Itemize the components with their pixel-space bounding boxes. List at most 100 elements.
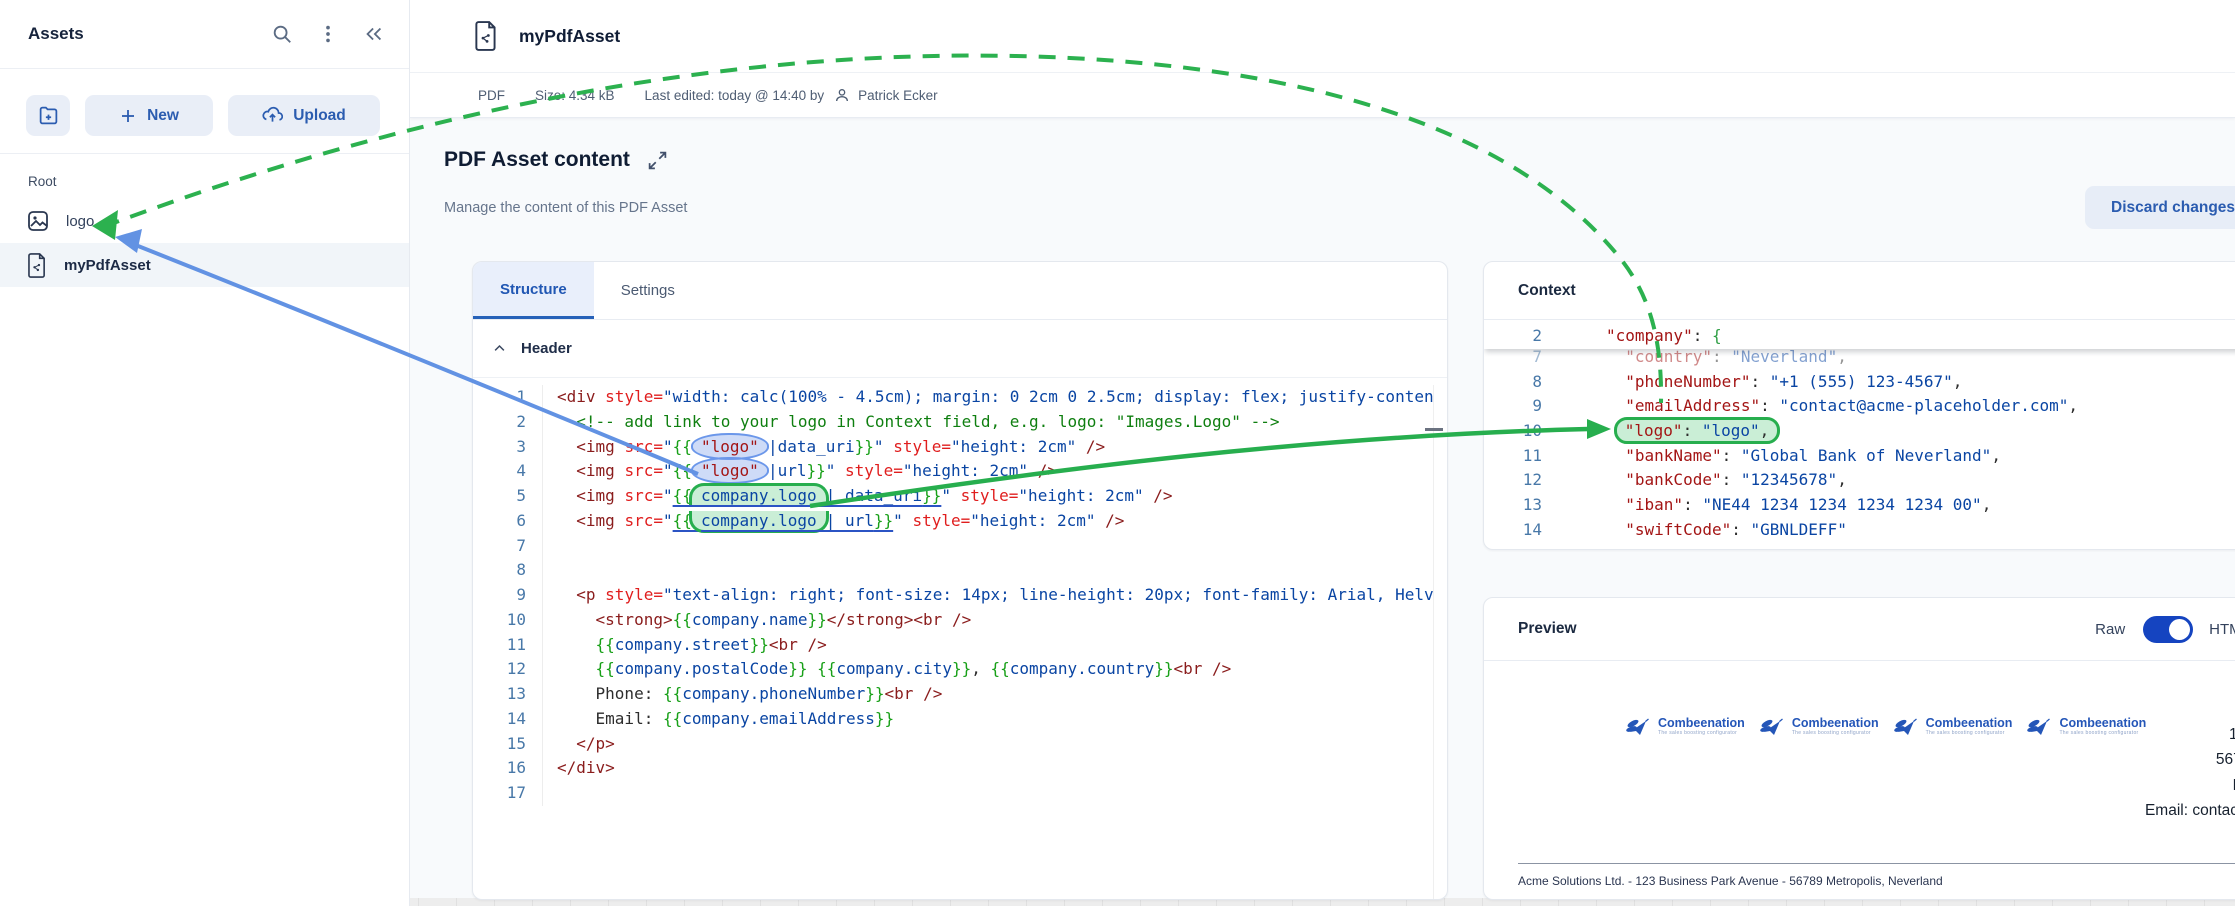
logo-name: Combeenation	[1792, 716, 1879, 730]
page-title-row: PDF Asset content	[444, 148, 668, 172]
plus-icon	[119, 107, 137, 125]
folder-plus-icon	[38, 105, 59, 126]
expand-icon[interactable]	[647, 150, 668, 171]
editor-line-13[interactable]: 13 Phone: {{company.phoneNumber}}<br />	[473, 682, 1433, 707]
root-label: Root	[0, 154, 409, 199]
line-content: "company": {	[1556, 323, 1722, 349]
line-number: 1	[473, 385, 542, 410]
editor-line-17[interactable]: 17	[473, 781, 1433, 806]
raw-html-toggle[interactable]	[2143, 616, 2193, 643]
sidebar-header: Assets	[0, 0, 409, 69]
page-subtitle: Manage the content of this PDF Asset	[444, 200, 687, 216]
context-line-9[interactable]: 9 "emailAddress": "contact@acme-placehol…	[1484, 394, 2235, 419]
tab-settings[interactable]: Settings	[594, 262, 702, 319]
line-content	[542, 534, 557, 559]
line-number: 14	[1484, 518, 1556, 543]
line-content: <div style="width: calc(100% - 4.5cm); m…	[542, 385, 1433, 410]
logo-highlight-pill: "logo": "logo",	[1614, 417, 1781, 444]
asset-type-label: PDF	[478, 88, 505, 103]
preview-address-line: 56789 Metropolis, Neverland	[1884, 747, 2235, 773]
new-button-label: New	[147, 107, 179, 125]
line-number: 11	[1484, 444, 1556, 469]
sidebar-title: Assets	[28, 24, 247, 44]
context-code[interactable]: 2"company": { 7 "country": "Neverland",8…	[1484, 323, 2235, 547]
code-editor[interactable]: 1<div style="width: calc(100% - 4.5cm); …	[473, 385, 1433, 899]
preview-address-line: Phone: +1 (555) 123-4567	[1884, 773, 2235, 799]
context-sticky-line: 2"company": {	[1484, 323, 2235, 349]
editor-line-14[interactable]: 14 Email: {{company.emailAddress}}	[473, 707, 1433, 732]
editor-scrollbar-track[interactable]	[1433, 385, 1434, 899]
editor-line-16[interactable]: 16</div>	[473, 756, 1433, 781]
search-icon[interactable]	[271, 23, 293, 45]
preview-footer: Acme Solutions Ltd. - 123 Business Park …	[1518, 874, 1943, 888]
image-icon	[26, 209, 50, 233]
context-line-8[interactable]: 8 "phoneNumber": "+1 (555) 123-4567",	[1484, 370, 2235, 395]
asset-list: logomyPdfAsset	[0, 199, 409, 287]
editor-line-6[interactable]: 6 <img src="{{ company.logo | url}}" sty…	[473, 509, 1433, 534]
line-content: "emailAddress": "contact@acme-placeholde…	[1556, 394, 2078, 419]
line-content: "bankName": "Global Bank of Neverland",	[1556, 444, 2001, 469]
line-number: 8	[1484, 370, 1556, 395]
line-number: 10	[1484, 419, 1556, 444]
line-content: "bankCode": "12345678",	[1556, 468, 1847, 493]
line-number: 14	[473, 707, 542, 732]
html-label: HTML	[2209, 621, 2235, 638]
editor-line-11[interactable]: 11 {{company.street}}<br />	[473, 633, 1433, 658]
new-folder-button[interactable]	[26, 95, 70, 136]
sidebar-item-logo[interactable]: logo	[0, 199, 409, 243]
line-content	[542, 558, 557, 583]
editor-line-9[interactable]: 9 <p style="text-align: right; font-size…	[473, 583, 1433, 608]
line-number: 6	[473, 509, 542, 534]
editor-line-1[interactable]: 1<div style="width: calc(100% - 4.5cm); …	[473, 385, 1433, 410]
editor-line-3[interactable]: 3 <img src="{{ "logo" |data_uri}}" style…	[473, 435, 1433, 460]
editor-line-2[interactable]: 2 <!-- add link to your logo in Context …	[473, 410, 1433, 435]
line-number: 2	[1484, 323, 1556, 349]
line-content: <p style="text-align: right; font-size: …	[542, 583, 1433, 608]
context-line-14[interactable]: 14 "swiftCode": "GBNLDEFF"	[1484, 518, 2235, 543]
editor-line-15[interactable]: 15 </p>	[473, 732, 1433, 757]
line-number: 9	[473, 583, 542, 608]
line-number: 13	[1484, 493, 1556, 518]
asset-header: myPdfAsset PDF Size: 4.34 kB Last edited…	[410, 0, 2235, 118]
header-section-toggle[interactable]: Header	[473, 320, 1447, 378]
editor-line-10[interactable]: 10 <strong>{{company.name}}</strong><br …	[473, 608, 1433, 633]
editor-line-8[interactable]: 8	[473, 558, 1433, 583]
editor-line-12[interactable]: 12 {{company.postalCode}} {{company.city…	[473, 657, 1433, 682]
tab-structure[interactable]: Structure	[473, 262, 594, 319]
combeenation-bee-icon	[1626, 716, 1653, 741]
toggle-knob	[2169, 619, 2190, 640]
logo-tagline: The sales boosting configurator	[1792, 730, 1879, 736]
line-number: 8	[473, 558, 542, 583]
context-line-12[interactable]: 12 "bankCode": "12345678",	[1484, 468, 2235, 493]
asset-editor-name: Patrick Ecker	[858, 88, 938, 103]
context-line-13[interactable]: 13 "iban": "NE44 1234 1234 1234 1234 00"…	[1484, 493, 2235, 518]
editor-line-7[interactable]: 7	[473, 534, 1433, 559]
context-title: Context	[1484, 262, 2235, 320]
asset-title: myPdfAsset	[519, 26, 620, 47]
logo-name: Combeenation	[1658, 716, 1745, 730]
line-content: <img src="{{ company.logo | url}}" style…	[542, 509, 1124, 534]
preview-divider	[1518, 863, 2235, 864]
discard-changes-button[interactable]: Discard changes	[2085, 186, 2235, 229]
preview-title: Preview	[1518, 620, 2095, 638]
upload-button[interactable]: Upload	[228, 95, 380, 136]
collapse-sidebar-icon[interactable]	[363, 23, 385, 45]
context-line-10[interactable]: 10 "logo": "logo",	[1484, 419, 2235, 444]
editor-line-4[interactable]: 4 <img src="{{ "logo" |url}}" style="hei…	[473, 459, 1433, 484]
sidebar-item-myPdfAsset[interactable]: myPdfAsset	[0, 243, 409, 287]
logo-text: CombeenationThe sales boosting configura…	[1792, 716, 1879, 736]
editor-tabs: StructureSettings	[473, 262, 1447, 320]
line-content: </div>	[542, 756, 615, 781]
line-content: "logo": "logo",	[1556, 419, 1769, 444]
line-number: 16	[473, 756, 542, 781]
kebab-menu-icon[interactable]	[317, 23, 339, 45]
raw-label: Raw	[2095, 621, 2125, 638]
context-line-11[interactable]: 11 "bankName": "Global Bank of Neverland…	[1484, 444, 2235, 469]
person-icon	[834, 87, 850, 103]
context-panel: Context 2"company": { 7 "country": "Neve…	[1483, 261, 2235, 550]
line-content: "phoneNumber": "+1 (555) 123-4567",	[1556, 370, 1962, 395]
line-number: 11	[473, 633, 542, 658]
new-asset-button[interactable]: New	[85, 95, 213, 136]
line-number: 13	[473, 682, 542, 707]
editor-line-5[interactable]: 5 <img src="{{ company.logo | data_uri}}…	[473, 484, 1433, 509]
